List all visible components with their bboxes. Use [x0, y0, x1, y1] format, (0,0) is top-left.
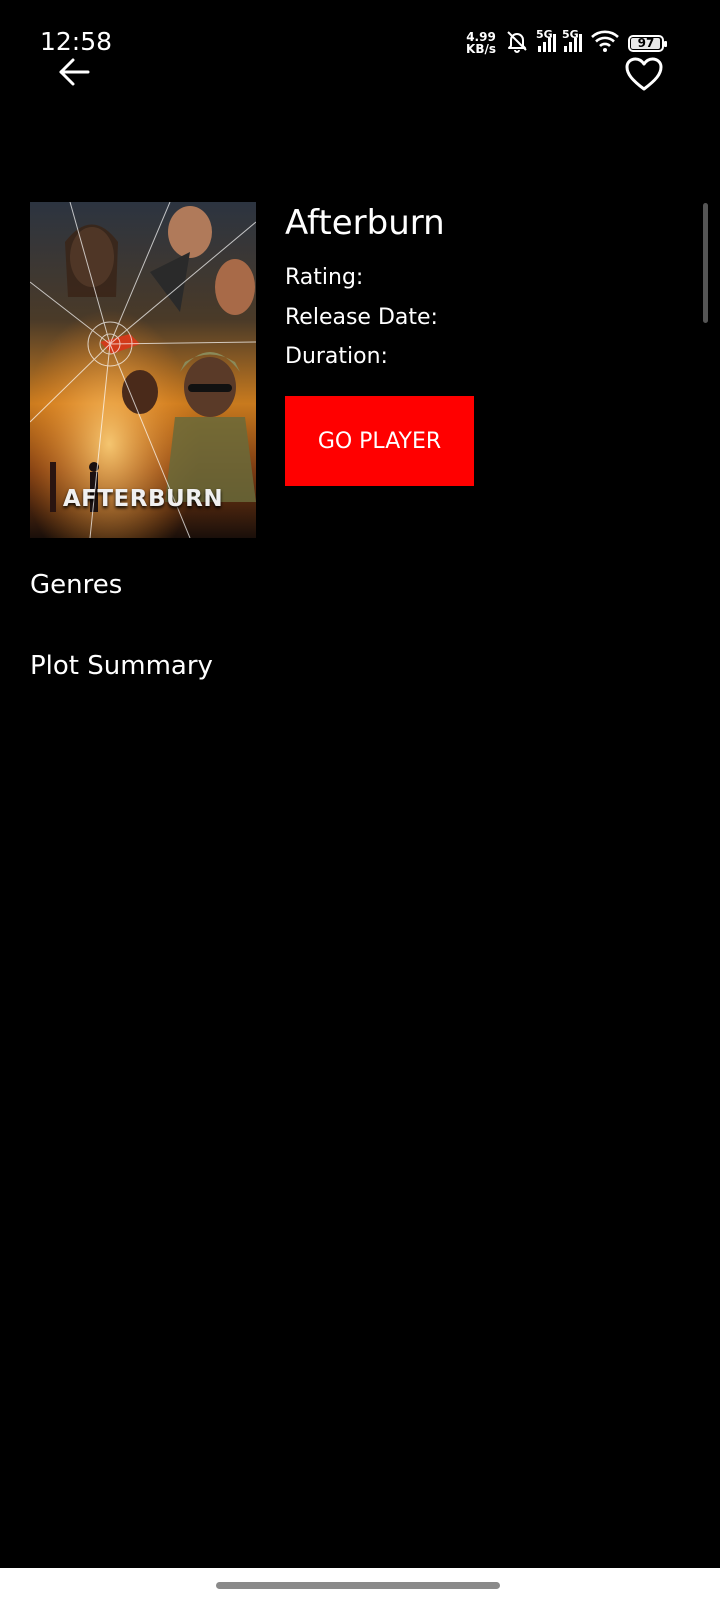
favorite-button[interactable]: [622, 54, 666, 98]
heart-outline-icon: [624, 56, 664, 96]
go-player-button[interactable]: GO PLAYER: [285, 396, 474, 486]
poster-title: AFTERBURN: [62, 486, 224, 512]
status-time: 12:58: [40, 27, 113, 56]
signal-sim2-icon: 5G: [562, 28, 582, 52]
wifi-icon: [590, 29, 620, 57]
sim2-label: 5G: [562, 28, 579, 41]
genres-heading: Genres: [30, 570, 123, 600]
scrollbar[interactable]: [703, 203, 708, 323]
duration-label: Duration:: [285, 344, 388, 369]
release-date-label: Release Date:: [285, 305, 438, 330]
status-bar: 12:58 4.99 KB/s 5G 5G 97: [0, 0, 720, 70]
mute-bell-icon: [504, 28, 530, 58]
signal-sim1-icon: 5G: [536, 28, 556, 52]
network-speed: 4.99 KB/s: [466, 31, 496, 55]
movie-poster: AFTERBURN: [30, 202, 256, 538]
battery-level: 97: [637, 36, 655, 50]
plot-summary-heading: Plot Summary: [30, 651, 213, 681]
movie-title: Afterburn: [285, 203, 445, 243]
rating-label: Rating:: [285, 265, 364, 290]
network-speed-unit: KB/s: [466, 42, 496, 56]
sim1-label: 5G: [536, 28, 553, 41]
battery-icon: 97: [628, 34, 667, 52]
arrow-left-icon: [57, 57, 91, 91]
back-button[interactable]: [54, 54, 94, 94]
home-indicator[interactable]: [216, 1582, 500, 1589]
